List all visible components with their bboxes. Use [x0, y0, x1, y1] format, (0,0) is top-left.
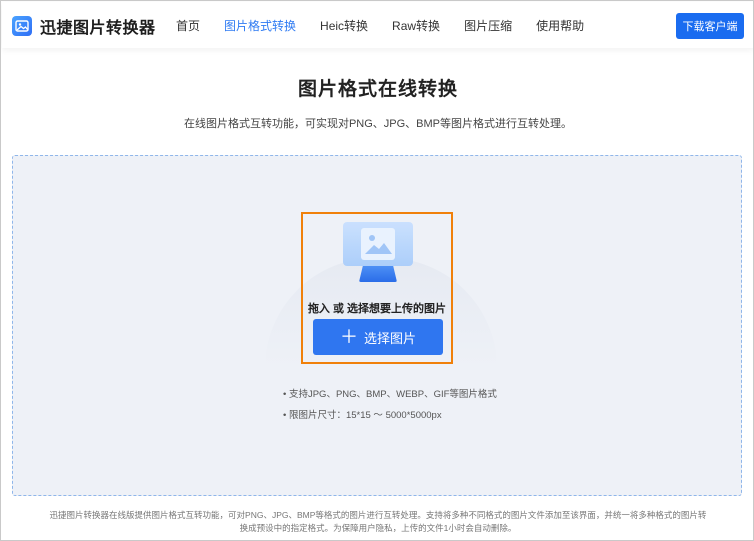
choose-image-button[interactable]: ＋ 选择图片	[313, 319, 443, 355]
main-nav: 首页 图片格式转换 Heic转换 Raw转换 图片压缩 使用帮助	[176, 17, 608, 34]
logo[interactable]: 迅捷图片转换器	[12, 14, 156, 38]
size-limit-tip: • 限图片尺寸：15*15 ～ 5000*5000px	[283, 410, 442, 421]
page-title: 图片格式在线转换	[297, 79, 458, 100]
supported-formats-tip: • 支持JPG、PNG、BMP、WEBP、GIF等图片格式	[283, 389, 497, 400]
nav-item-raw[interactable]: Raw转换	[392, 17, 440, 34]
choose-image-label: 选择图片	[363, 330, 416, 346]
drop-instruction: 拖入 或 选择想要上传的图片	[307, 303, 447, 315]
top-header: 迅捷图片转换器 首页 图片格式转换 Heic转换 Raw转换 图片压缩 使用帮助…	[2, 2, 753, 48]
nav-item-compress[interactable]: 图片压缩	[464, 17, 512, 34]
app-name: 迅捷图片转换器	[40, 20, 156, 37]
nav-item-heic[interactable]: Heic转换	[320, 17, 368, 34]
plus-icon: ＋	[339, 327, 358, 347]
monitor-stand	[359, 266, 397, 282]
nav-item-home[interactable]: 首页	[176, 17, 200, 34]
logo-icon	[12, 16, 32, 36]
image-upload-illustration	[343, 222, 413, 284]
footer-line-1: 迅捷图片转换器在线版提供图片格式互转功能，可对PNG、JPG、BMP等格式的图片…	[49, 510, 707, 520]
picture-icon	[365, 235, 392, 254]
nav-item-format-convert[interactable]: 图片格式转换	[224, 17, 296, 34]
page-subtitle: 在线图片格式互转功能，可实现对PNG、JPG、BMP等图片格式进行互转处理。	[183, 118, 573, 130]
monitor-icon	[343, 222, 413, 266]
upload-area[interactable]: 拖入 或 选择想要上传的图片 ＋ 选择图片	[301, 212, 453, 364]
nav-item-help[interactable]: 使用帮助	[536, 17, 584, 34]
page: 迅捷图片转换器 首页 图片格式转换 Heic转换 Raw转换 图片压缩 使用帮助…	[0, 0, 754, 541]
download-client-button[interactable]: 下载客户端	[676, 13, 744, 39]
footer-line-2: 换成预设中的指定格式。为保障用户隐私，上传的文件1小时会自动删除。	[239, 523, 517, 533]
footer-description: 迅捷图片转换器在线版提供图片格式互转功能，可对PNG、JPG、BMP等格式的图片…	[41, 509, 715, 535]
upload-dropzone[interactable]: 拖入 或 选择想要上传的图片 ＋ 选择图片 • 支持JPG、PNG、BMP、WE…	[12, 155, 742, 496]
